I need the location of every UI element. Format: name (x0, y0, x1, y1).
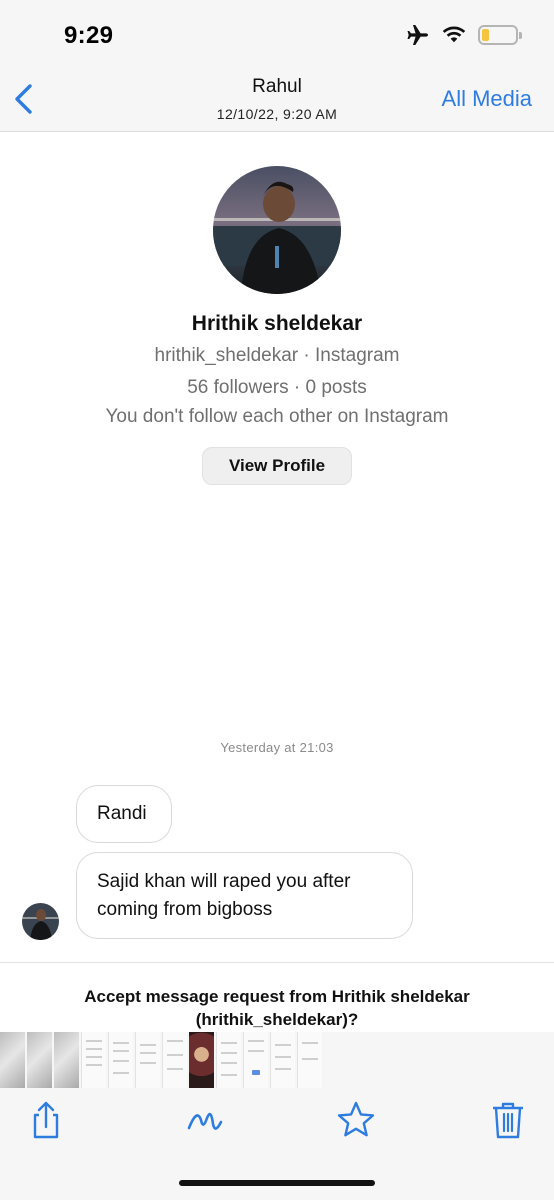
battery-level (482, 29, 490, 41)
airplane-icon (407, 25, 428, 45)
status-time: 9:29 (64, 22, 114, 49)
thumbnail[interactable] (297, 1032, 322, 1088)
chat-timestamp: Yesterday at 21:03 (220, 740, 334, 755)
thumbnail[interactable] (27, 1032, 52, 1088)
message-bubble[interactable]: Randi (76, 785, 172, 843)
battery-icon (478, 25, 522, 45)
follow-status: You don't follow each other on Instagram (105, 406, 449, 427)
thumbnail[interactable] (54, 1032, 79, 1088)
thumbnail-strip (0, 1032, 554, 1088)
profile-handle: hrithik_sheldekar · Instagram (154, 345, 400, 366)
trash-icon[interactable] (486, 1098, 530, 1142)
thumbnail[interactable] (162, 1032, 187, 1088)
sender-avatar[interactable] (22, 903, 59, 940)
thumbnail[interactable] (270, 1032, 295, 1088)
status-icons (406, 24, 522, 46)
thumbnail[interactable] (189, 1032, 214, 1088)
accept-request-prompt[interactable]: Accept message request from Hrithik shel… (20, 985, 534, 1031)
nav-bar: Rahul 12/10/22, 9:20 AM All Media (0, 70, 554, 132)
thumbnail[interactable] (135, 1032, 160, 1088)
all-media-button[interactable]: All Media (442, 86, 532, 112)
home-indicator (179, 1180, 375, 1186)
profile-stats: 56 followers · 0 posts (187, 377, 367, 398)
markup-icon[interactable] (183, 1098, 227, 1142)
share-icon[interactable] (24, 1098, 68, 1142)
message-request-bar: Accept message request from Hrithik shel… (0, 962, 554, 1032)
view-profile-button[interactable]: View Profile (202, 447, 352, 485)
thumbnail[interactable] (243, 1032, 268, 1088)
wifi-icon (442, 26, 466, 43)
bottom-toolbar (0, 1088, 554, 1200)
star-icon[interactable] (334, 1098, 378, 1142)
status-bar: 9:29 (0, 0, 554, 70)
thumbnail[interactable] (0, 1032, 25, 1088)
thumbnail[interactable] (108, 1032, 133, 1088)
thumbnail[interactable] (81, 1032, 106, 1088)
message-bubble[interactable]: Sajid khan will raped you after coming f… (76, 852, 413, 939)
thumbnail[interactable] (216, 1032, 241, 1088)
profile-avatar[interactable] (213, 166, 341, 294)
profile-name: Hrithik sheldekar (191, 312, 363, 335)
message-content: Hrithik sheldekar hrithik_sheldekar · In… (0, 142, 554, 962)
